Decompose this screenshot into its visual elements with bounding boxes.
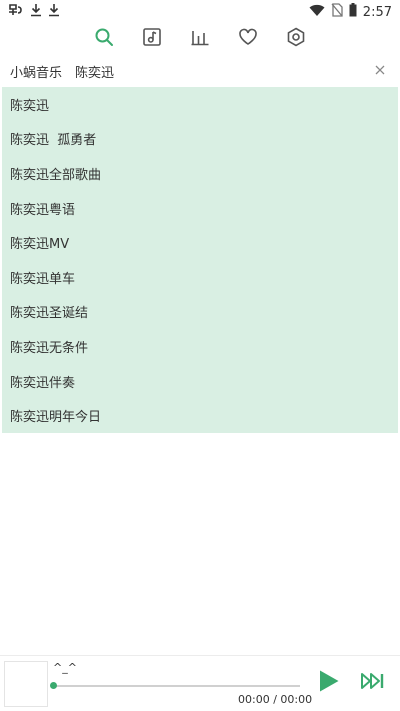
settings-hexagon-icon xyxy=(286,27,306,51)
mini-player: ^_^ 00:00 / 00:00 xyxy=(0,657,400,711)
heart-icon xyxy=(238,27,258,51)
favorites-tab-button[interactable] xyxy=(235,26,261,52)
wifi-icon xyxy=(309,4,325,21)
play-icon xyxy=(318,669,340,697)
bug-notification-icon xyxy=(8,3,24,21)
play-button[interactable] xyxy=(316,670,342,696)
music-playlist-icon xyxy=(142,27,162,51)
suggestion-item[interactable]: 陈奕迅明年今日 xyxy=(2,398,398,433)
bar-chart-icon xyxy=(190,27,210,51)
progress-bar[interactable] xyxy=(54,685,300,687)
suggestion-item[interactable]: 陈奕迅粤语 xyxy=(2,191,398,226)
settings-tab-button[interactable] xyxy=(283,26,309,52)
search-input[interactable]: 陈奕迅 xyxy=(75,62,370,81)
download-icon xyxy=(48,3,60,21)
toolbar xyxy=(0,26,400,52)
charts-tab-button[interactable] xyxy=(187,26,213,52)
suggestion-list: 陈奕迅 陈奕迅 孤勇者 陈奕迅全部歌曲 陈奕迅粤语 陈奕迅MV 陈奕迅单车 陈奕… xyxy=(2,87,398,433)
progress-thumb[interactable] xyxy=(50,682,57,689)
search-tab-button[interactable] xyxy=(91,26,117,52)
download-icon xyxy=(30,3,42,21)
skip-next-icon xyxy=(361,672,385,694)
status-time: 2:57 xyxy=(362,4,392,20)
suggestion-item[interactable]: 陈奕迅MV xyxy=(2,225,398,260)
suggestion-item[interactable]: 陈奕迅伴奏 xyxy=(2,364,398,399)
search-bar: 小蜗音乐 陈奕迅 xyxy=(0,56,400,86)
status-left xyxy=(0,3,60,21)
suggestion-item[interactable]: 陈奕迅 xyxy=(2,87,398,122)
divider xyxy=(0,655,400,656)
clear-search-button[interactable] xyxy=(370,61,390,81)
no-sim-icon xyxy=(331,3,343,21)
status-bar: 2:57 xyxy=(0,0,400,24)
next-button[interactable] xyxy=(360,672,386,694)
status-right: 2:57 xyxy=(309,3,400,21)
search-source-label[interactable]: 小蜗音乐 xyxy=(0,62,75,81)
close-icon xyxy=(375,64,385,79)
suggestion-item[interactable]: 陈奕迅全部歌曲 xyxy=(2,156,398,191)
suggestion-item[interactable]: 陈奕迅单车 xyxy=(2,260,398,295)
screen: 2:57 小蜗音乐 陈奕迅 陈奕迅 陈奕迅 孤勇者 陈奕迅全部歌曲 陈奕迅粤语 … xyxy=(0,0,400,711)
track-title: ^_^ xyxy=(53,661,77,674)
search-icon xyxy=(94,27,114,51)
battery-icon xyxy=(349,3,357,21)
suggestion-item[interactable]: 陈奕迅 孤勇者 xyxy=(2,122,398,157)
playback-time: 00:00 / 00:00 xyxy=(238,693,313,706)
playlist-tab-button[interactable] xyxy=(139,26,165,52)
suggestion-item[interactable]: 陈奕迅圣诞结 xyxy=(2,295,398,330)
album-art[interactable] xyxy=(4,661,48,707)
suggestion-item[interactable]: 陈奕迅无条件 xyxy=(2,329,398,364)
